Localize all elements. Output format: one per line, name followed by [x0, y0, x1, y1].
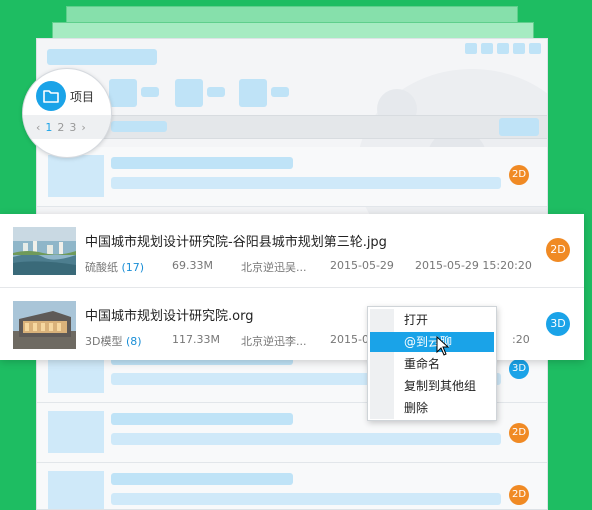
file-size: 117.33M — [172, 333, 220, 346]
list-item-placeholder[interactable]: 2D — [37, 147, 547, 207]
folder-label[interactable]: 项目 — [70, 88, 94, 105]
file-name[interactable]: 中国城市规划设计研究院-谷阳县城市规划第三轮.jpg — [85, 231, 387, 250]
header-placeholder — [111, 121, 167, 132]
window-button[interactable] — [465, 43, 477, 54]
file-thumbnail — [13, 301, 76, 349]
menu-item-copy-to-group[interactable]: 复制到其他组 — [370, 376, 494, 396]
file-count[interactable]: (8) — [126, 335, 142, 348]
file-type: 3D模型 (8) — [85, 335, 142, 348]
file-count[interactable]: (17) — [122, 261, 145, 274]
toolbar-label-placeholder — [271, 87, 289, 97]
thumbnail-placeholder — [48, 155, 104, 197]
folder-icon[interactable] — [36, 81, 66, 111]
file-name[interactable]: 中国城市规划设计研究院.org — [85, 305, 253, 324]
file-owner: 北京逆迅李... — [241, 335, 307, 348]
file-modified: :20 — [512, 333, 530, 346]
toolbar-icon-placeholder[interactable] — [109, 79, 137, 107]
context-menu: 打开 @到云聊 重命名 复制到其他组 删除 — [367, 306, 497, 421]
menu-item-rename[interactable]: 重命名 — [370, 354, 494, 374]
page-link[interactable]: 3 — [69, 121, 76, 134]
chevron-right-icon[interactable]: › — [81, 121, 85, 134]
magnifier-callout: 项目 ‹ 1 2 3 › — [22, 68, 112, 158]
window-button[interactable] — [481, 43, 493, 54]
window-button[interactable] — [497, 43, 509, 54]
toolbar-icon-placeholder[interactable] — [175, 79, 203, 107]
file-owner: 北京逆迅吴... — [241, 261, 307, 274]
title-placeholder — [111, 413, 293, 425]
file-thumbnail — [13, 227, 76, 275]
type-badge-3d: 3D — [546, 312, 570, 336]
list-header-strip — [37, 115, 547, 139]
menu-item-mention-cloud-chat[interactable]: @到云聊 — [370, 332, 494, 352]
header-button-placeholder[interactable] — [499, 118, 539, 136]
meta-placeholder — [111, 177, 501, 189]
file-size: 69.33M — [172, 259, 213, 272]
title-placeholder — [111, 473, 293, 485]
thumbnail-placeholder — [48, 471, 104, 509]
window-button[interactable] — [513, 43, 525, 54]
type-badge: 2D — [509, 485, 529, 505]
title-placeholder — [47, 49, 157, 65]
page-link[interactable]: 2 — [57, 121, 64, 134]
toolbar-icon-placeholder[interactable] — [239, 79, 267, 107]
file-date: 2015-05-29 — [330, 259, 394, 272]
toolbar-label-placeholder — [141, 87, 159, 97]
file-row[interactable]: 中国城市规划设计研究院-谷阳县城市规划第三轮.jpg 硫酸纸 (17) 69.3… — [0, 214, 584, 287]
meta-placeholder — [111, 433, 501, 445]
mouse-cursor-icon — [436, 336, 450, 356]
file-type: 硫酸纸 (17) — [85, 261, 145, 274]
type-badge: 3D — [509, 359, 529, 379]
chevron-left-icon[interactable]: ‹ — [36, 121, 40, 134]
menu-item-delete[interactable]: 删除 — [370, 398, 494, 418]
type-badge: 2D — [509, 165, 529, 185]
list-item-placeholder[interactable]: 2D — [37, 463, 547, 509]
thumbnail-placeholder — [48, 411, 104, 453]
pagination: ‹ 1 2 3 › — [36, 121, 86, 134]
window-button[interactable] — [529, 43, 541, 54]
title-placeholder — [111, 157, 293, 169]
type-badge: 2D — [509, 423, 529, 443]
file-modified: 2015-05-29 15:20:20 — [415, 259, 532, 272]
type-badge-2d: 2D — [546, 238, 570, 262]
page-link[interactable]: 1 — [45, 121, 52, 134]
meta-placeholder — [111, 493, 501, 505]
menu-item-open[interactable]: 打开 — [370, 310, 494, 330]
toolbar-label-placeholder — [207, 87, 225, 97]
